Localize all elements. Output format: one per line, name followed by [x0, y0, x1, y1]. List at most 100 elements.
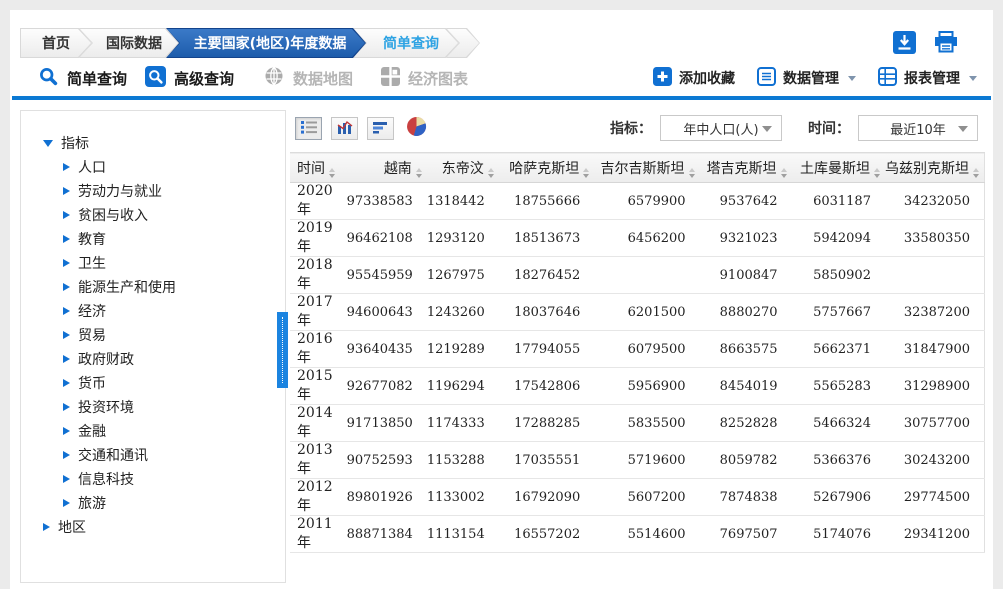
triangle-collapsed-icon[interactable] [63, 187, 70, 195]
tree-child-item[interactable]: 经济 [43, 299, 285, 323]
value-cell: 31298900 [885, 368, 985, 405]
advanced-query-button[interactable]: 高级查询 [145, 66, 234, 91]
column-header[interactable]: 乌兹别克斯坦 [885, 153, 985, 183]
table-row: 2018年95545959126797518276452910084758509… [290, 257, 985, 294]
value-cell: 5514600 [594, 516, 699, 553]
triangle-collapsed-icon[interactable] [63, 259, 70, 267]
value-cell: 8059782 [700, 442, 792, 479]
sort-icon[interactable] [416, 168, 422, 178]
list-view-button[interactable] [295, 117, 322, 140]
value-cell: 1243260 [427, 294, 499, 331]
triangle-collapsed-icon[interactable] [63, 211, 70, 219]
data-manage-button[interactable]: 数据管理 [757, 67, 856, 90]
add-favorite-label: 添加收藏 [679, 68, 735, 88]
tree-child-item[interactable]: 政府财政 [43, 347, 285, 371]
time-filter-label: 时间： [808, 118, 850, 138]
tree-child-item[interactable]: 教育 [43, 227, 285, 251]
tree-child-item[interactable]: 贸易 [43, 323, 285, 347]
sort-icon[interactable] [973, 168, 979, 178]
tree-child-item[interactable]: 交通和通讯 [43, 443, 285, 467]
year-cell: 2019年 [290, 220, 347, 257]
printer-icon[interactable] [933, 30, 959, 54]
triangle-collapsed-icon[interactable] [63, 403, 70, 411]
value-cell: 5366376 [792, 442, 885, 479]
triangle-collapsed-icon[interactable] [63, 451, 70, 459]
column-header[interactable]: 土库曼斯坦 [792, 153, 885, 183]
triangle-collapsed-icon[interactable] [63, 355, 70, 363]
report-manage-button[interactable]: 报表管理 [878, 67, 977, 90]
column-header[interactable]: 哈萨克斯坦 [499, 153, 595, 183]
triangle-collapsed-icon[interactable] [63, 379, 70, 387]
sort-icon[interactable] [583, 168, 589, 178]
main-area: 指标： 年中人口(人) 时间： 最近10年 时间 [290, 110, 985, 589]
tree-child-item[interactable]: 金融 [43, 419, 285, 443]
column-chart-button[interactable] [331, 117, 358, 140]
filter-controls: 指标： 年中人口(人) 时间： 最近10年 [610, 115, 985, 141]
tree-child-item[interactable]: 货币 [43, 371, 285, 395]
add-favorite-button[interactable]: 添加收藏 [653, 67, 735, 90]
bar-chart-button[interactable] [367, 117, 394, 140]
value-cell: 18037646 [499, 294, 595, 331]
column-header-label: 乌兹别克斯坦 [885, 161, 969, 177]
sort-icon[interactable] [488, 168, 494, 178]
panel-splitter-handle[interactable] [277, 312, 288, 388]
value-cell [885, 257, 985, 294]
column-header-label: 越南 [384, 161, 412, 177]
tree-child-item[interactable]: 能源生产和使用 [43, 275, 285, 299]
economic-chart-label: 经济图表 [408, 68, 468, 89]
time-select[interactable]: 最近10年 [858, 115, 978, 141]
table-row: 2017年94600643124326018037646620150088802… [290, 294, 985, 331]
tree-child-item[interactable]: 投资环境 [43, 395, 285, 419]
tree-child-item[interactable]: 卫生 [43, 251, 285, 275]
indicator-select[interactable]: 年中人口(人) [660, 115, 782, 141]
tree-child-item[interactable]: 劳动力与就业 [43, 179, 285, 203]
triangle-collapsed-icon[interactable] [63, 499, 70, 507]
value-cell: 5607200 [594, 479, 699, 516]
simple-query-button[interactable]: 简单查询 [38, 66, 127, 91]
page: 首页 国际数据 主要国家(地区)年度数据 简单查询 [0, 0, 1003, 589]
sort-icon[interactable] [874, 168, 880, 178]
breadcrumb-tab-annual-data-active[interactable]: 主要国家(地区)年度数据 [166, 28, 366, 58]
tree-child-item[interactable]: 贫困与收入 [43, 203, 285, 227]
tree-root-item[interactable]: 指标 [43, 131, 285, 155]
year-cell: 2012年 [290, 479, 347, 516]
tab-label: 首页 [42, 33, 70, 53]
table-row: 2019年96462108129312018513673645620093210… [290, 220, 985, 257]
value-cell: 6456200 [594, 220, 699, 257]
pie-chart-button[interactable] [403, 117, 430, 140]
download-icon[interactable] [893, 31, 916, 54]
triangle-collapsed-icon[interactable] [63, 331, 70, 339]
triangle-collapsed-icon[interactable] [63, 475, 70, 483]
column-header[interactable]: 时间 [290, 153, 347, 183]
triangle-collapsed-icon[interactable] [63, 235, 70, 243]
triangle-collapsed-icon[interactable] [43, 523, 50, 531]
column-header[interactable]: 塔吉克斯坦 [700, 153, 792, 183]
triangle-collapsed-icon[interactable] [63, 163, 70, 171]
column-header[interactable]: 吉尔吉斯斯坦 [594, 153, 699, 183]
tree-child-item[interactable]: 信息科技 [43, 467, 285, 491]
sort-icon[interactable] [689, 168, 695, 178]
triangle-collapsed-icon[interactable] [63, 283, 70, 291]
year-cell: 2011年 [290, 516, 347, 553]
breadcrumb-tab-simple-query[interactable]: 简单查询 [353, 28, 459, 58]
column-header[interactable]: 东帝汶 [427, 153, 499, 183]
value-cell: 8880270 [700, 294, 792, 331]
table-row: 2015年92677082119629417542806595690084540… [290, 368, 985, 405]
table-row: 2011年88871384111315416557202551460076975… [290, 516, 985, 553]
triangle-collapsed-icon[interactable] [63, 427, 70, 435]
breadcrumb-tab-international-data[interactable]: 国际数据 [79, 28, 179, 58]
sort-icon[interactable] [781, 168, 787, 178]
value-cell: 5942094 [792, 220, 885, 257]
triangle-collapsed-icon[interactable] [63, 307, 70, 315]
value-cell: 5719600 [594, 442, 699, 479]
tree-root-item[interactable]: 地区 [43, 515, 285, 539]
triangle-expanded-icon[interactable] [43, 140, 53, 147]
value-cell: 7697507 [700, 516, 792, 553]
column-header[interactable]: 越南 [347, 153, 427, 183]
breadcrumb-tab-home[interactable]: 首页 [20, 28, 92, 58]
value-cell: 18513673 [499, 220, 595, 257]
tree-child-item[interactable]: 旅游 [43, 491, 285, 515]
sort-icon[interactable] [329, 168, 335, 178]
table-row: 2016年93640435121928917794055607950086635… [290, 331, 985, 368]
tree-child-item[interactable]: 人口 [43, 155, 285, 179]
